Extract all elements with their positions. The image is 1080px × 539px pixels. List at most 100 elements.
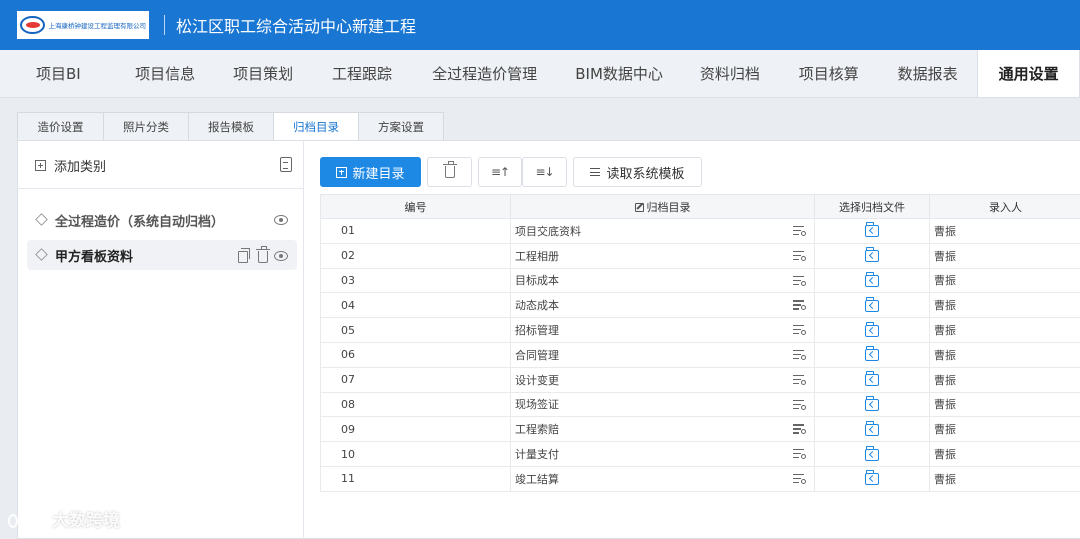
edit-icon[interactable] xyxy=(634,202,644,212)
field-settings-icon[interactable] xyxy=(793,299,806,311)
folder-link-icon[interactable] xyxy=(865,247,879,263)
category-item-cost-auto[interactable]: 全过程造价（系统自动归档） xyxy=(27,205,297,235)
tab-report-templates[interactable]: 报告模板 xyxy=(188,112,274,140)
header-entrant: 录入人 xyxy=(929,194,1080,219)
nav-item-project-bi[interactable]: 项目BI xyxy=(0,50,117,97)
plus-icon xyxy=(336,166,348,178)
eye-icon[interactable] xyxy=(274,215,288,225)
nav-item-project-info[interactable]: 项目信息 xyxy=(117,50,214,97)
row-directory-name[interactable]: 设计变更 xyxy=(515,374,559,387)
row-directory-name[interactable]: 计量支付 xyxy=(515,448,559,461)
add-icon[interactable] xyxy=(35,160,46,171)
delete-button[interactable] xyxy=(427,157,472,187)
row-directory-name[interactable]: 竣工结算 xyxy=(515,473,559,486)
project-title[interactable]: 松江区职工综合活动中心新建工程 xyxy=(176,13,416,37)
table-row: 10 计量支付 曹振 xyxy=(320,441,1080,467)
field-settings-icon[interactable] xyxy=(793,448,806,460)
new-directory-button[interactable]: 新建目录 xyxy=(320,157,421,187)
row-select-file-cell xyxy=(814,218,930,244)
row-directory-cell: 项目交底资料 xyxy=(510,218,815,244)
trash-icon[interactable] xyxy=(256,246,270,263)
row-directory-cell: 现场签证 xyxy=(510,391,815,418)
folder-link-icon[interactable] xyxy=(865,296,879,312)
header-code: 编号 xyxy=(320,194,511,219)
clipboard-icon[interactable] xyxy=(280,157,292,172)
folder-link-icon[interactable] xyxy=(865,371,879,387)
nav-item-bim-center[interactable]: BIM数据中心 xyxy=(558,50,681,97)
watermark: 大数跨境 xyxy=(8,506,120,531)
read-system-template-button[interactable]: 读取系统模板 xyxy=(573,157,702,187)
field-settings-icon[interactable] xyxy=(793,423,806,435)
field-settings-icon[interactable] xyxy=(793,473,806,485)
folder-link-icon[interactable] xyxy=(865,445,879,461)
folder-link-icon[interactable] xyxy=(865,271,879,287)
app-header: 上海康桥钟建设工程监理有限公司 松江区职工综合活动中心新建工程 xyxy=(0,0,1080,50)
tab-archive-directory[interactable]: 归档目录 xyxy=(273,112,359,140)
field-settings-icon[interactable] xyxy=(793,399,806,411)
add-category-button[interactable]: 添加类别 xyxy=(54,156,106,175)
row-code: 03 xyxy=(320,267,511,294)
row-directory-name[interactable]: 目标成本 xyxy=(515,274,559,287)
row-entrant: 曹振 xyxy=(929,317,1080,343)
folder-link-icon[interactable] xyxy=(865,395,879,411)
field-settings-icon[interactable] xyxy=(793,275,806,287)
folder-link-icon[interactable] xyxy=(865,346,879,362)
field-settings-icon[interactable] xyxy=(793,225,806,237)
row-code: 07 xyxy=(320,366,511,393)
nav-item-data-reports[interactable]: 数据报表 xyxy=(878,50,977,97)
row-directory-name[interactable]: 招标管理 xyxy=(515,324,559,337)
row-select-file-cell xyxy=(814,242,930,269)
row-code: 05 xyxy=(320,317,511,343)
sort-ascending-button[interactable]: ≡↑ xyxy=(478,157,522,187)
field-settings-icon[interactable] xyxy=(793,250,806,262)
row-code: 06 xyxy=(320,341,511,368)
tab-photo-categories[interactable]: 照片分类 xyxy=(103,112,189,140)
row-directory-cell: 工程索赔 xyxy=(510,416,815,443)
table-row: 08 现场签证 曹振 xyxy=(320,391,1080,418)
main-panel: 添加类别 全过程造价（系统自动归档） 甲方看板资料 新建目录 ≡↑ ≡↓ 读取系… xyxy=(17,140,1080,539)
row-directory-name[interactable]: 工程相册 xyxy=(515,250,559,263)
field-settings-icon[interactable] xyxy=(793,374,806,386)
main-nav: 项目BI 项目信息 项目策划 工程跟踪 全过程造价管理 BIM数据中心 资料归档… xyxy=(0,50,1080,98)
row-directory-cell: 动态成本 xyxy=(510,292,815,319)
nav-item-project-planning[interactable]: 项目策划 xyxy=(214,50,313,97)
row-directory-cell: 竣工结算 xyxy=(510,465,815,492)
row-code: 02 xyxy=(320,242,511,269)
row-select-file-cell xyxy=(814,317,930,343)
sort-descending-button[interactable]: ≡↓ xyxy=(522,157,567,187)
row-directory-name[interactable]: 现场签证 xyxy=(515,398,559,411)
nav-item-cost-management[interactable]: 全过程造价管理 xyxy=(411,50,557,97)
row-select-file-cell xyxy=(814,267,930,294)
row-entrant: 曹振 xyxy=(929,416,1080,443)
logo-icon xyxy=(20,16,45,34)
row-directory-name[interactable]: 项目交底资料 xyxy=(515,225,581,238)
folder-link-icon[interactable] xyxy=(865,321,879,337)
nav-item-engineering-tracking[interactable]: 工程跟踪 xyxy=(313,50,412,97)
row-directory-name[interactable]: 工程索赔 xyxy=(515,423,559,436)
row-directory-name[interactable]: 合同管理 xyxy=(515,349,559,362)
tab-cost-settings[interactable]: 造价设置 xyxy=(17,112,104,140)
sort-ascending-icon: ≡↑ xyxy=(490,165,510,179)
nav-item-general-settings[interactable]: 通用设置 xyxy=(977,50,1080,97)
field-settings-icon[interactable] xyxy=(793,349,806,361)
header-select-file: 选择归档文件 xyxy=(814,194,930,219)
row-directory-cell: 计量支付 xyxy=(510,441,815,467)
row-code: 11 xyxy=(320,465,511,492)
folder-link-icon[interactable] xyxy=(865,420,879,436)
row-directory-name[interactable]: 动态成本 xyxy=(515,299,559,312)
category-item-client-board[interactable]: 甲方看板资料 xyxy=(27,240,297,270)
table-row: 11 竣工结算 曹振 xyxy=(320,465,1080,492)
layers-icon xyxy=(35,213,48,226)
table-row: 07 设计变更 曹振 xyxy=(320,366,1080,393)
row-entrant: 曹振 xyxy=(929,242,1080,269)
eye-icon[interactable] xyxy=(274,251,288,261)
folder-link-icon[interactable] xyxy=(865,470,879,486)
row-entrant: 曹振 xyxy=(929,267,1080,294)
field-settings-icon[interactable] xyxy=(793,324,806,336)
folder-link-icon[interactable] xyxy=(865,222,879,238)
tab-plan-settings[interactable]: 方案设置 xyxy=(358,112,444,140)
nav-item-archiving[interactable]: 资料归档 xyxy=(680,50,779,97)
nav-item-project-accounting[interactable]: 项目核算 xyxy=(779,50,878,97)
row-directory-cell: 工程相册 xyxy=(510,242,815,269)
copy-icon[interactable] xyxy=(238,248,250,263)
